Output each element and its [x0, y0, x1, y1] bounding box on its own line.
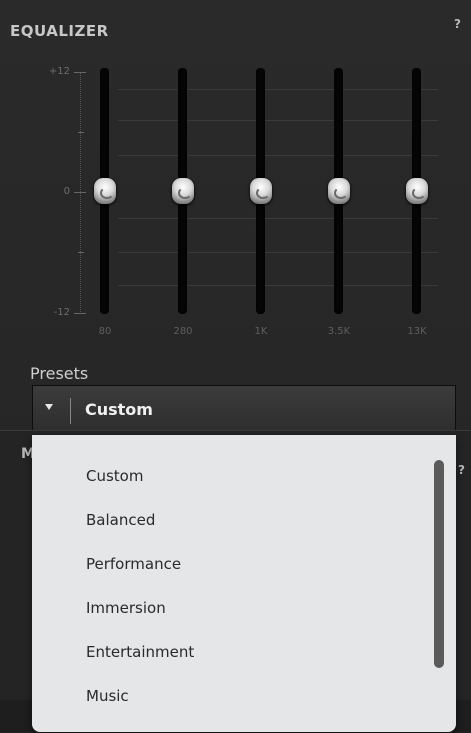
slider-knob[interactable]	[406, 178, 428, 204]
scale-tick	[78, 252, 84, 253]
scale-label-mid: 0	[63, 186, 70, 197]
band-80-slider[interactable]	[85, 68, 125, 314]
slider-knob[interactable]	[172, 178, 194, 204]
band-label-3-5k: 3.5K	[327, 326, 351, 337]
equalizer-help-icon[interactable]: ?	[454, 17, 461, 31]
band-label-13k: 13K	[407, 326, 427, 337]
band-13k-slider[interactable]	[397, 68, 437, 314]
preset-option-music[interactable]: Music	[86, 687, 129, 705]
preset-option-entertainment[interactable]: Entertainment	[86, 643, 194, 661]
band-label-80: 80	[98, 326, 112, 337]
equalizer-title: EQUALIZER	[10, 22, 109, 40]
dropdown-scrollbar[interactable]	[434, 460, 444, 668]
equalizer-panel: EQUALIZER ? +12 0 -12 80 280 1K 3.5K 13K…	[0, 0, 471, 733]
slider-knob[interactable]	[328, 178, 350, 204]
band-label-1k: 1K	[254, 326, 268, 337]
divider	[70, 398, 71, 424]
scale-label-top: +12	[48, 66, 70, 77]
presets-selected-value: Custom	[85, 400, 153, 419]
chevron-down-icon[interactable]	[45, 404, 53, 410]
presets-select[interactable]: Custom	[32, 385, 456, 435]
slider-knob[interactable]	[94, 178, 116, 204]
band-3-5k-slider[interactable]	[319, 68, 359, 314]
preset-option-balanced[interactable]: Balanced	[86, 511, 155, 529]
presets-dropdown-menu[interactable]: Custom Balanced Performance Immersion En…	[32, 435, 456, 732]
preset-option-immersion[interactable]: Immersion	[86, 599, 166, 617]
presets-label: Presets	[30, 364, 89, 383]
scale-tick	[78, 132, 84, 133]
band-label-280: 280	[173, 326, 193, 337]
preset-option-performance[interactable]: Performance	[86, 555, 181, 573]
lower-section-help-icon[interactable]: ?	[458, 463, 465, 477]
preset-option-custom[interactable]: Custom	[86, 467, 143, 485]
band-280-slider[interactable]	[163, 68, 203, 314]
scale-axis	[80, 72, 81, 314]
slider-knob[interactable]	[250, 178, 272, 204]
scale-label-bottom: -12	[53, 307, 70, 318]
equalizer-graph: +12 0 -12 80 280 1K 3.5K 13K	[22, 60, 462, 350]
band-1k-slider[interactable]	[241, 68, 281, 314]
